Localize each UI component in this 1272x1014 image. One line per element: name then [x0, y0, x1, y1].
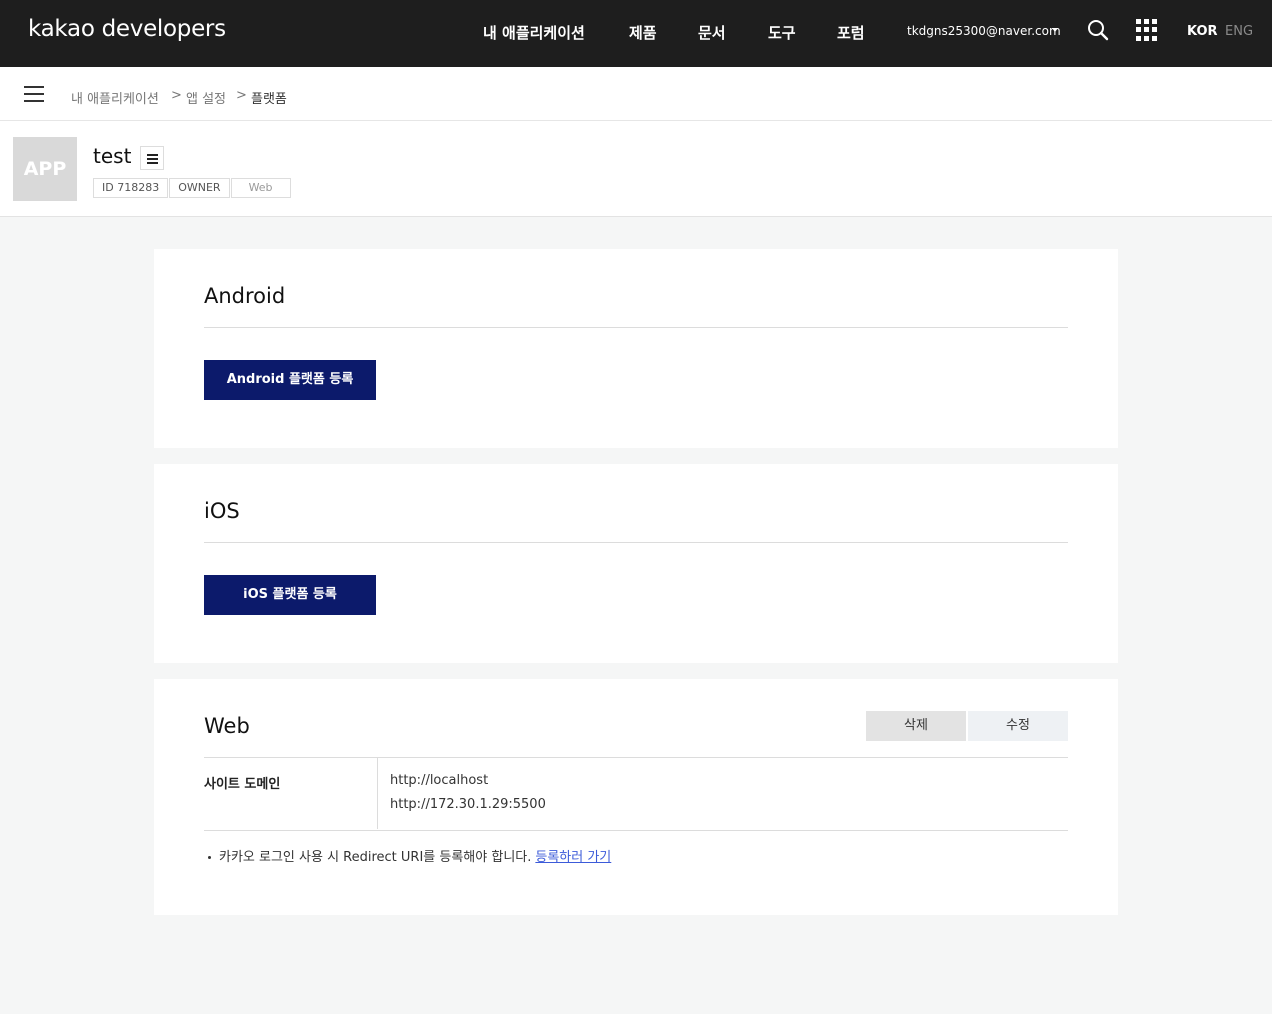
app-platform-tag: Web [230, 178, 291, 198]
app-list-icon[interactable] [140, 146, 164, 170]
divider [204, 830, 1068, 831]
nav-forum[interactable]: 포럼 [837, 22, 865, 43]
language-eng[interactable]: ENG [1225, 24, 1253, 39]
app-tags: ID 718283 OWNER Web [93, 178, 292, 198]
edit-button[interactable]: 수정 [968, 711, 1068, 741]
android-register-button[interactable]: Android 플랫폼 등록 [204, 360, 376, 400]
app-header: APP test ID 718283 OWNER Web [0, 121, 1272, 217]
language-kor[interactable]: KOR [1187, 24, 1218, 39]
divider [204, 327, 1068, 328]
ios-platform-panel: iOS iOS 플랫폼 등록 [154, 464, 1118, 663]
site-domain-label: 사이트 도메인 [204, 777, 281, 792]
site-domain-value: http://172.30.1.29:5500 [390, 797, 546, 812]
divider [204, 757, 1068, 758]
top-navigation-bar: kakao developers 내 애플리케이션 제품 문서 도구 포럼 tk… [0, 0, 1272, 67]
android-platform-panel: Android Android 플랫폼 등록 [154, 249, 1118, 448]
user-account-menu[interactable]: tkdgns25300@naver.com [907, 24, 1061, 38]
kakao-developers-logo[interactable]: kakao developers [28, 16, 226, 42]
divider [204, 542, 1068, 543]
redirect-uri-notice: 카카오 로그인 사용 시 Redirect URI를 등록해야 합니다. 등록하러… [208, 846, 611, 865]
nav-docs[interactable]: 문서 [698, 22, 726, 43]
android-title: Android [204, 284, 286, 308]
app-id-tag: ID 718283 [93, 178, 169, 198]
web-platform-panel: Web 삭제 수정 사이트 도메인 http://localhost http:… [154, 679, 1118, 915]
ios-register-button[interactable]: iOS 플랫폼 등록 [204, 575, 376, 615]
breadcrumb-app-settings[interactable]: 앱 설정 [186, 88, 226, 107]
chevron-down-icon[interactable] [1052, 28, 1058, 32]
breadcrumb-platform: 플랫폼 [251, 92, 287, 107]
hamburger-menu-icon[interactable] [24, 86, 44, 102]
nav-my-applications[interactable]: 내 애플리케이션 [483, 22, 585, 43]
app-name: test [93, 144, 132, 168]
notice-text: 카카오 로그인 사용 시 Redirect URI를 등록해야 합니다. [219, 850, 532, 865]
app-role-tag: OWNER [169, 178, 230, 198]
web-title: Web [204, 714, 250, 738]
nav-tools[interactable]: 도구 [768, 22, 796, 43]
nav-products[interactable]: 제품 [629, 22, 657, 43]
breadcrumb-separator: > [236, 88, 247, 103]
register-redirect-link[interactable]: 등록하러 가기 [535, 850, 611, 865]
breadcrumb: 내 애플리케이션 > 앱 설정 > 플랫폼 [0, 67, 1272, 121]
bullet-icon [208, 856, 211, 859]
ios-title: iOS [204, 499, 240, 523]
delete-button[interactable]: 삭제 [866, 711, 966, 741]
site-domain-value: http://localhost [390, 773, 489, 788]
column-divider [377, 757, 378, 829]
apps-grid-icon[interactable] [1136, 19, 1158, 41]
app-thumbnail: APP [13, 137, 77, 201]
breadcrumb-separator: > [171, 88, 182, 103]
breadcrumb-my-applications[interactable]: 내 애플리케이션 [71, 88, 159, 107]
search-icon[interactable] [1087, 19, 1109, 41]
